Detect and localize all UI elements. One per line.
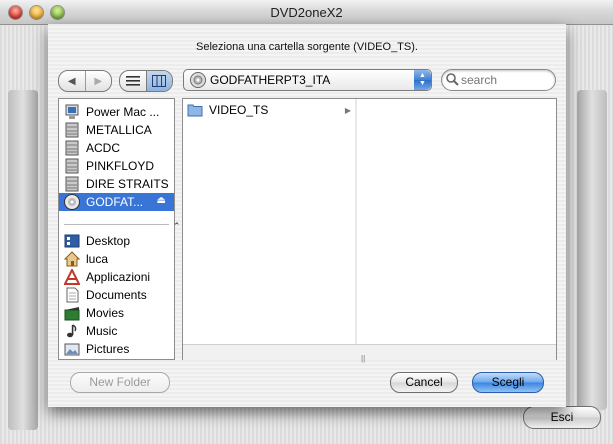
sidebar-item-label: Power Mac ... bbox=[86, 105, 160, 119]
column-view-icon bbox=[152, 75, 167, 87]
sidebar-item-label: PINKFLOYD bbox=[86, 159, 155, 173]
file-item-label: VIDEO_TS bbox=[209, 103, 269, 117]
column-view-button[interactable] bbox=[145, 71, 172, 91]
desktop-icon bbox=[64, 234, 80, 248]
list-view-button[interactable] bbox=[120, 71, 146, 91]
pictures-icon bbox=[64, 343, 80, 356]
new-folder-button[interactable]: New Folder bbox=[70, 372, 170, 393]
sidebar: Power Mac ... METALLICA ACDC PINKFLOYD D… bbox=[58, 98, 175, 360]
music-icon bbox=[67, 324, 77, 338]
sidebar-item-label: ACDC bbox=[86, 141, 121, 155]
sidebar-item-label: luca bbox=[86, 252, 109, 266]
sidebar-item-label: Music bbox=[86, 324, 118, 338]
computer-icon bbox=[65, 104, 79, 119]
sidebar-item-dire-straits[interactable]: DIRE STRAITS bbox=[59, 175, 174, 193]
exit-button[interactable]: Esci bbox=[523, 406, 601, 429]
forward-button[interactable]: ▶ bbox=[84, 71, 112, 91]
drive-icon bbox=[65, 158, 79, 174]
dvd-icon bbox=[64, 194, 80, 210]
right-panel-decoration bbox=[577, 90, 607, 410]
sidebar-item-label: DIRE STRAITS bbox=[86, 177, 169, 191]
applications-icon bbox=[64, 269, 80, 285]
sidebar-item-label: Movies bbox=[86, 306, 125, 320]
documents-icon bbox=[66, 287, 79, 303]
list-view-icon bbox=[125, 76, 140, 86]
sidebar-item-documents[interactable]: Documents bbox=[59, 286, 174, 304]
disclosure-arrow-icon: ▶ bbox=[344, 105, 351, 115]
location-label: GODFATHERPT3_ITA bbox=[210, 73, 331, 87]
search-field[interactable] bbox=[441, 69, 556, 91]
sidebar-item-label: METALLICA bbox=[86, 123, 152, 137]
drive-icon bbox=[65, 140, 79, 156]
sidebar-item-metallica[interactable]: METALLICA bbox=[59, 121, 174, 139]
horizontal-scrollbar[interactable] bbox=[183, 344, 556, 360]
browser-column-empty bbox=[357, 99, 553, 344]
sidebar-item-home[interactable]: luca bbox=[59, 250, 174, 268]
sidebar-item-music[interactable]: Music bbox=[59, 322, 174, 340]
eject-icon[interactable]: ⏏ bbox=[157, 195, 166, 206]
browser-column: VIDEO_TS ▶ bbox=[183, 99, 356, 344]
sidebar-item-label: Applicazioni bbox=[86, 270, 151, 284]
file-browser: VIDEO_TS ▶ || bbox=[182, 98, 557, 363]
folder-icon bbox=[187, 104, 203, 117]
left-panel-decoration bbox=[8, 90, 38, 430]
view-mode-buttons bbox=[119, 70, 173, 92]
drive-icon bbox=[65, 176, 79, 192]
navigation-buttons: ◀ ▶ bbox=[58, 70, 112, 92]
location-popup[interactable]: GODFATHERPT3_ITA ▲ ▼ bbox=[183, 69, 432, 91]
sidebar-item-label: Desktop bbox=[86, 234, 131, 248]
search-icon bbox=[446, 73, 459, 86]
forward-arrow-icon: ▶ bbox=[94, 75, 103, 87]
choose-button[interactable]: Scegli bbox=[472, 372, 544, 393]
sheet-title: Seleziona una cartella sorgente (VIDEO_T… bbox=[196, 41, 418, 53]
sidebar-item-pinkfloyd[interactable]: PINKFLOYD bbox=[59, 157, 174, 175]
popup-arrows-icon: ▲ ▼ bbox=[414, 70, 431, 90]
window-title: DVD2oneX2 bbox=[270, 5, 343, 20]
sidebar-item-godfather[interactable]: GODFAT... ⏏ bbox=[59, 193, 174, 211]
back-arrow-icon: ◀ bbox=[67, 75, 76, 87]
sidebar-item-label: Pictures bbox=[86, 342, 130, 356]
sidebar-item-label: Documents bbox=[86, 288, 147, 302]
sidebar-item-acdc[interactable]: ACDC bbox=[59, 139, 174, 157]
file-item-video-ts[interactable]: VIDEO_TS ▶ bbox=[183, 101, 355, 119]
sidebar-item-label: GODFAT... bbox=[86, 195, 144, 209]
back-button[interactable]: ◀ bbox=[59, 71, 85, 91]
dvd-icon bbox=[190, 72, 206, 88]
home-icon bbox=[64, 251, 80, 267]
sidebar-separator bbox=[64, 224, 169, 225]
sidebar-item-desktop[interactable]: Desktop bbox=[59, 232, 174, 250]
sidebar-resize-handle[interactable]: ⌃ bbox=[173, 221, 181, 232]
drive-icon bbox=[65, 122, 79, 138]
sidebar-item-power-mac[interactable]: Power Mac ... bbox=[59, 103, 174, 121]
open-folder-sheet: Seleziona una cartella sorgente (VIDEO_T… bbox=[48, 24, 566, 407]
search-input[interactable] bbox=[461, 72, 549, 87]
column-resize-grip[interactable]: || bbox=[361, 354, 365, 363]
sidebar-item-applications[interactable]: Applicazioni bbox=[59, 268, 174, 286]
movies-icon bbox=[64, 307, 80, 321]
sidebar-item-movies[interactable]: Movies bbox=[59, 304, 174, 322]
cancel-button[interactable]: Cancel bbox=[390, 372, 458, 393]
sidebar-item-pictures[interactable]: Pictures bbox=[59, 340, 174, 358]
title-bar: DVD2oneX2 bbox=[0, 0, 613, 25]
